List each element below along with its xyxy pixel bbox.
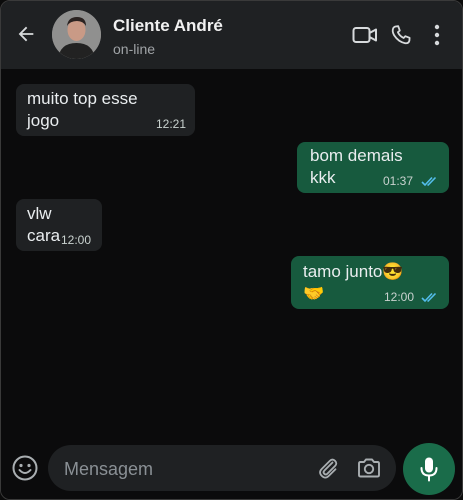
message-time: 12:00 bbox=[61, 233, 92, 247]
message-bubble-incoming[interactable]: muito top esse jogo 12:21 bbox=[16, 84, 195, 136]
message-list[interactable]: muito top esse jogo 12:21 bom demais kkk… bbox=[1, 69, 462, 433]
phone-icon[interactable] bbox=[387, 21, 415, 49]
message-text: vlw cara bbox=[27, 204, 61, 245]
microphone-button[interactable] bbox=[403, 443, 455, 495]
message-time: 01:37 bbox=[383, 174, 414, 188]
contact-status: on-line bbox=[113, 41, 156, 57]
avatar[interactable] bbox=[52, 10, 101, 59]
message-bubble-outgoing[interactable]: bom demais kkk 01:37 bbox=[297, 142, 449, 193]
message-input[interactable] bbox=[62, 445, 296, 493]
read-ticks-icon bbox=[421, 287, 438, 309]
more-vert-icon[interactable] bbox=[423, 21, 451, 49]
contact-name[interactable]: Cliente André bbox=[113, 16, 223, 36]
paperclip-icon[interactable] bbox=[316, 456, 340, 480]
back-arrow-icon[interactable] bbox=[13, 21, 39, 47]
message-input-container bbox=[48, 445, 396, 493]
chat-window: Cliente André on-line muito top esse jog… bbox=[0, 0, 463, 500]
chat-header: Cliente André on-line bbox=[1, 1, 462, 69]
message-time: 12:21 bbox=[155, 117, 186, 131]
message-text: muito top esse jogo bbox=[27, 89, 138, 130]
camera-icon[interactable] bbox=[356, 456, 382, 480]
microphone-icon bbox=[420, 457, 438, 482]
message-bubble-outgoing[interactable]: tamo junto😎 🤝 12:00 bbox=[291, 256, 449, 309]
emoji-icon[interactable] bbox=[10, 453, 40, 483]
video-call-icon[interactable] bbox=[351, 21, 379, 49]
read-ticks-icon bbox=[421, 171, 438, 193]
message-time: 12:00 bbox=[384, 290, 415, 304]
composer-bar bbox=[1, 433, 462, 499]
message-bubble-incoming[interactable]: vlw cara 12:00 bbox=[16, 199, 102, 251]
